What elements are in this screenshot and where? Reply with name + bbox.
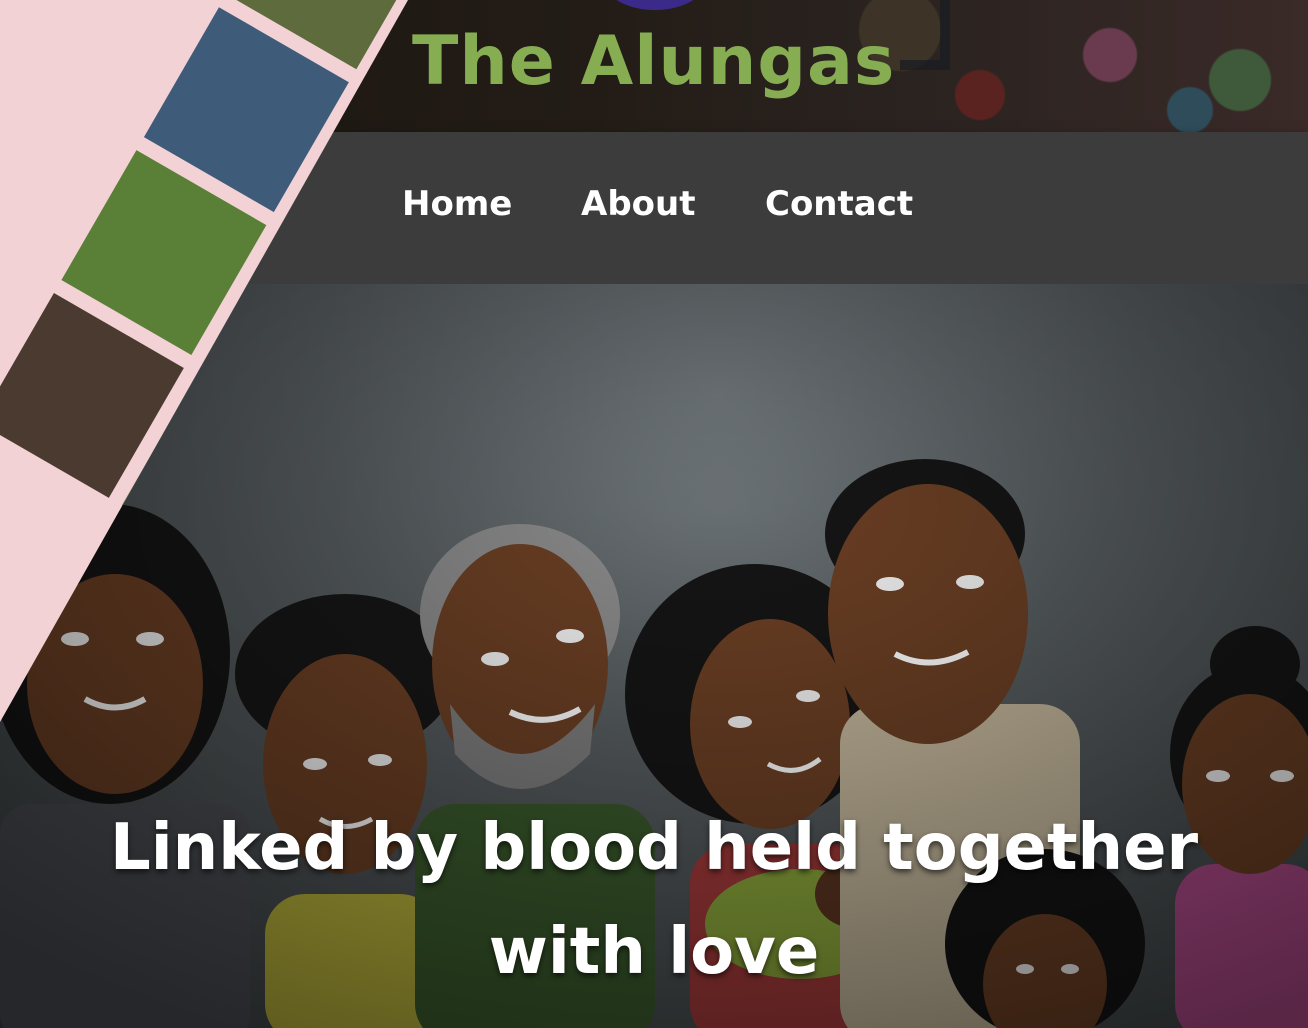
banner-decor-circle — [600, 0, 710, 10]
hero-tagline-line1: Linked by blood held together — [109, 811, 1199, 885]
banner-decor-shape — [900, 0, 950, 70]
hero-tagline-line2: with love — [488, 915, 820, 989]
nav-link-contact[interactable]: Contact — [765, 184, 913, 224]
hero-section: Linked by blood held together with love — [0, 284, 1308, 1028]
site-title[interactable]: The Alungas — [412, 22, 895, 101]
nav-link-about[interactable]: About — [581, 184, 695, 224]
hero-tagline: Linked by blood held together with love — [0, 796, 1308, 1004]
nav-link-home[interactable]: Home — [402, 184, 512, 224]
